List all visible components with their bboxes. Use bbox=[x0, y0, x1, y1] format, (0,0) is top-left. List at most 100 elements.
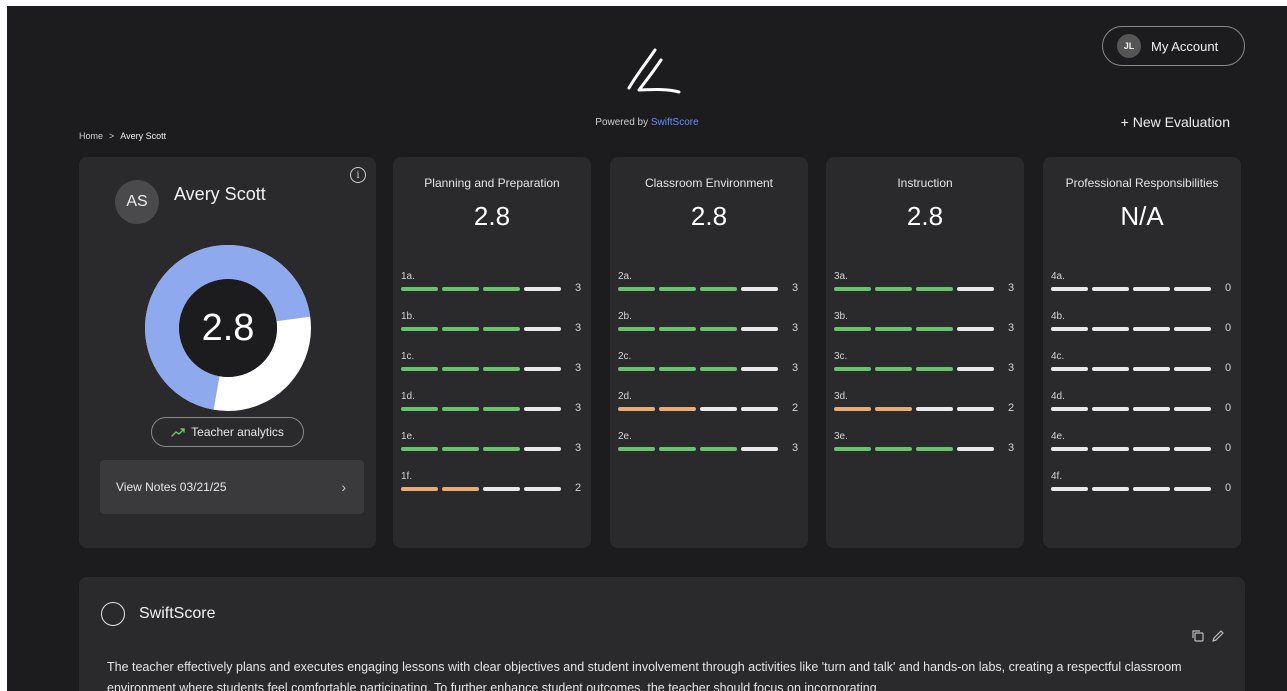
component-row[interactable]: 4e. 0 bbox=[1051, 431, 1231, 471]
score-segment bbox=[700, 407, 737, 411]
score-segment bbox=[401, 367, 438, 371]
component-value: 3 bbox=[792, 282, 799, 294]
component-row[interactable]: 1b. 3 bbox=[401, 311, 581, 351]
score-segment bbox=[1092, 447, 1129, 451]
score-segment bbox=[618, 327, 655, 331]
score-segment bbox=[916, 407, 953, 411]
component-label: 3a. bbox=[834, 271, 848, 282]
brand-link[interactable]: SwiftScore bbox=[651, 117, 699, 128]
component-row[interactable]: 4a. 0 bbox=[1051, 271, 1231, 311]
component-row[interactable]: 4b. 0 bbox=[1051, 311, 1231, 351]
overall-score-value: 2.8 bbox=[201, 306, 255, 349]
swiftscore-summary: SwiftScore The teacher effectively plans… bbox=[79, 577, 1245, 691]
score-segment bbox=[957, 407, 994, 411]
component-score-bars bbox=[1051, 447, 1211, 451]
component-label: 1d. bbox=[401, 391, 415, 402]
teacher-analytics-button[interactable]: Teacher analytics bbox=[151, 417, 304, 447]
score-segment bbox=[1133, 407, 1170, 411]
component-value: 3 bbox=[575, 362, 582, 374]
component-row[interactable]: 2a. 3 bbox=[618, 271, 798, 311]
component-row[interactable]: 2b. 3 bbox=[618, 311, 798, 351]
score-segment bbox=[401, 327, 438, 331]
score-segment bbox=[1092, 287, 1129, 291]
my-account-button[interactable]: JL My Account bbox=[1102, 26, 1245, 66]
breadcrumb-home[interactable]: Home bbox=[79, 131, 103, 141]
component-value: 3 bbox=[575, 402, 582, 414]
domain-title: Planning and Preparation bbox=[424, 176, 560, 190]
component-row[interactable]: 1d. 3 bbox=[401, 391, 581, 431]
component-score-bars bbox=[1051, 407, 1211, 411]
teacher-name: Avery Scott bbox=[174, 184, 266, 204]
breadcrumb-separator: > bbox=[109, 131, 115, 141]
component-value: 0 bbox=[1225, 282, 1232, 294]
component-value: 2 bbox=[1008, 402, 1015, 414]
score-segment bbox=[401, 407, 438, 411]
score-segment bbox=[401, 487, 438, 491]
component-value: 0 bbox=[1225, 482, 1232, 494]
component-row[interactable]: 3d. 2 bbox=[834, 391, 1014, 431]
component-row[interactable]: 3a. 3 bbox=[834, 271, 1014, 311]
score-segment bbox=[524, 367, 561, 371]
score-segment bbox=[957, 447, 994, 451]
new-evaluation-button[interactable]: + New Evaluation bbox=[1121, 114, 1230, 130]
component-row[interactable]: 1f. 2 bbox=[401, 471, 581, 511]
score-segment bbox=[1051, 407, 1088, 411]
domain-card-planning: Planning and Preparation 2.8 1a. 3 1b. 3 1c.… bbox=[393, 157, 591, 548]
component-score-bars bbox=[834, 407, 994, 411]
component-row[interactable]: 3e. 3 bbox=[834, 431, 1014, 471]
breadcrumb-current: Avery Scott bbox=[120, 131, 167, 141]
component-value: 3 bbox=[575, 282, 582, 294]
component-row[interactable]: 4d. 0 bbox=[1051, 391, 1231, 431]
component-value: 3 bbox=[792, 362, 799, 374]
score-segment bbox=[1092, 407, 1129, 411]
chevron-right-icon: › bbox=[341, 479, 346, 495]
component-row[interactable]: 2d. 2 bbox=[618, 391, 798, 431]
copy-icon[interactable] bbox=[1191, 629, 1205, 643]
component-score-bars bbox=[834, 367, 994, 371]
score-segment bbox=[1051, 447, 1088, 451]
score-segment bbox=[1133, 287, 1170, 291]
component-value: 3 bbox=[1008, 442, 1015, 454]
component-row[interactable]: 2e. 3 bbox=[618, 431, 798, 471]
component-score-bars bbox=[618, 327, 778, 331]
component-row[interactable]: 1e. 3 bbox=[401, 431, 581, 471]
component-value: 0 bbox=[1225, 362, 1232, 374]
app-frame: Powered by SwiftScore JL My Account Home… bbox=[7, 6, 1287, 691]
component-score-bars bbox=[618, 407, 778, 411]
score-segment bbox=[524, 447, 561, 451]
component-score-bars bbox=[401, 447, 561, 451]
view-notes-label: View Notes 03/21/25 bbox=[116, 480, 227, 494]
component-label: 2d. bbox=[618, 391, 632, 402]
component-row[interactable]: 3b. 3 bbox=[834, 311, 1014, 351]
score-segment bbox=[916, 447, 953, 451]
component-row[interactable]: 4c. 0 bbox=[1051, 351, 1231, 391]
score-segment bbox=[957, 367, 994, 371]
view-notes-button[interactable]: View Notes 03/21/25 › bbox=[100, 460, 364, 514]
component-label: 4a. bbox=[1051, 271, 1065, 282]
score-segment bbox=[524, 287, 561, 291]
component-label: 3d. bbox=[834, 391, 848, 402]
score-segment bbox=[834, 327, 871, 331]
component-label: 2c. bbox=[618, 351, 632, 362]
component-score-bars bbox=[834, 327, 994, 331]
score-segment bbox=[1174, 287, 1211, 291]
signature-logo-icon bbox=[627, 48, 681, 94]
domain-title: Classroom Environment bbox=[644, 176, 774, 190]
score-segment bbox=[659, 327, 696, 331]
info-icon[interactable]: i bbox=[350, 167, 366, 183]
score-segment bbox=[1051, 487, 1088, 491]
component-value: 3 bbox=[1008, 282, 1015, 294]
component-row[interactable]: 2c. 3 bbox=[618, 351, 798, 391]
component-row[interactable]: 1c. 3 bbox=[401, 351, 581, 391]
teacher-analytics-label: Teacher analytics bbox=[191, 425, 284, 439]
component-row[interactable]: 1a. 3 bbox=[401, 271, 581, 311]
score-segment bbox=[401, 447, 438, 451]
component-value: 3 bbox=[792, 442, 799, 454]
component-row[interactable]: 4f. 0 bbox=[1051, 471, 1231, 511]
score-segment bbox=[1051, 367, 1088, 371]
component-row[interactable]: 3c. 3 bbox=[834, 351, 1014, 391]
edit-pencil-icon[interactable] bbox=[1211, 629, 1225, 643]
score-segment bbox=[834, 367, 871, 371]
trend-up-icon bbox=[171, 428, 185, 437]
score-segment bbox=[1174, 407, 1211, 411]
